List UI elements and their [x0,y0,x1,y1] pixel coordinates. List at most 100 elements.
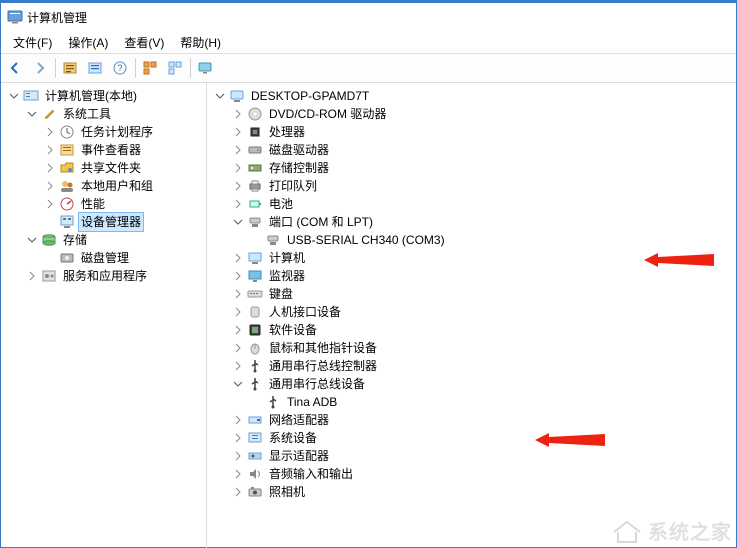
port-icon [265,232,281,248]
storage[interactable]: 存储 [1,231,206,249]
task-scheduler[interactable]: 任务计划程序 [1,123,206,141]
node-label: 网络适配器 [267,411,331,429]
expand-toggle[interactable] [231,107,245,121]
software-devices[interactable]: 软件设备 [207,321,736,339]
menu-help[interactable]: 帮助(H) [172,32,229,53]
menu-file[interactable]: 文件(F) [5,32,60,53]
ports[interactable]: 端口 (COM 和 LPT) [207,213,736,231]
gpu-icon [247,448,263,464]
print-queues[interactable]: 打印队列 [207,177,736,195]
disk-icon [59,250,75,266]
expand-toggle[interactable] [231,449,245,463]
system-tools[interactable]: 系统工具 [1,105,206,123]
hid[interactable]: 人机接口设备 [207,303,736,321]
device-tree[interactable]: DESKTOP-GPAMD7T DVD/CD-ROM 驱动器 处理器 磁盘驱动器… [207,83,736,548]
expand-toggle[interactable] [231,161,245,175]
expand-toggle[interactable] [7,89,21,103]
forward-button[interactable] [28,56,52,80]
node-label: 磁盘管理 [79,249,131,267]
processors[interactable]: 处理器 [207,123,736,141]
expand-toggle[interactable] [231,197,245,211]
back-button[interactable] [3,56,27,80]
computer-category[interactable]: 计算机 [207,249,736,267]
wrench-icon [41,106,57,122]
keyboards[interactable]: 键盘 [207,285,736,303]
expand-toggle[interactable] [231,359,245,373]
titlebar: 计算机管理 [1,1,736,31]
node-label: 监视器 [267,267,307,285]
expand-toggle[interactable] [25,107,39,121]
expand-toggle[interactable] [25,233,39,247]
usb-devices[interactable]: 通用串行总线设备 [207,375,736,393]
expand-toggle[interactable] [231,215,245,229]
perf-icon [59,196,75,212]
services-icon [41,268,57,284]
expand-toggle[interactable] [25,269,39,283]
event-viewer[interactable]: 事件查看器 [1,141,206,159]
display-adapters[interactable]: 显示适配器 [207,447,736,465]
node-label: 系统工具 [61,105,113,123]
expand-toggle[interactable] [43,125,57,139]
com-port-device[interactable]: USB-SERIAL CH340 (COM3) [207,231,736,249]
view-devices-button[interactable] [138,56,162,80]
expand-toggle[interactable] [231,323,245,337]
menu-view[interactable]: 查看(V) [116,32,172,53]
expand-toggle[interactable] [231,287,245,301]
services-apps[interactable]: 服务和应用程序 [1,267,206,285]
expand-toggle[interactable] [231,269,245,283]
expand-toggle[interactable] [43,197,57,211]
expand-toggle[interactable] [231,377,245,391]
usb-icon [265,394,281,410]
dvd-drives[interactable]: DVD/CD-ROM 驱动器 [207,105,736,123]
menubar: 文件(F) 操作(A) 查看(V) 帮助(H) [1,31,736,54]
local-users[interactable]: 本地用户和组 [1,177,206,195]
menu-action[interactable]: 操作(A) [60,32,116,53]
storage-controllers[interactable]: 存储控制器 [207,159,736,177]
expand-toggle[interactable] [43,161,57,175]
expand-toggle[interactable] [231,179,245,193]
expand-toggle[interactable] [231,485,245,499]
expand-toggle[interactable] [43,179,57,193]
help-button[interactable]: ? [108,56,132,80]
left-tree[interactable]: 计算机管理(本地) 系统工具 任务计划程序 [1,83,207,548]
system-devices[interactable]: 系统设备 [207,429,736,447]
usb-icon [247,358,263,374]
expand-toggle[interactable] [231,143,245,157]
usb-device-item[interactable]: Tina ADB [207,393,736,411]
expand-toggle[interactable] [231,341,245,355]
cameras[interactable]: 照相机 [207,483,736,501]
audio[interactable]: 音频输入和输出 [207,465,736,483]
expand-toggle[interactable] [231,305,245,319]
performance[interactable]: 性能 [1,195,206,213]
expand-toggle[interactable] [43,143,57,157]
network-adapters[interactable]: 网络适配器 [207,411,736,429]
monitors[interactable]: 监视器 [207,267,736,285]
device-root[interactable]: DESKTOP-GPAMD7T [207,87,736,105]
disk-drives[interactable]: 磁盘驱动器 [207,141,736,159]
expand-toggle[interactable] [231,251,245,265]
view-resources-button[interactable] [163,56,187,80]
mice[interactable]: 鼠标和其他指针设备 [207,339,736,357]
users-icon [59,178,75,194]
batteries[interactable]: 电池 [207,195,736,213]
expand-toggle[interactable] [231,467,245,481]
properties-button[interactable] [83,56,107,80]
expand-toggle[interactable] [213,89,227,103]
window: 计算机管理 文件(F) 操作(A) 查看(V) 帮助(H) ? [0,0,737,548]
usb-controllers[interactable]: 通用串行总线控制器 [207,357,736,375]
monitor-button[interactable] [193,56,217,80]
storage-ctrl-icon [247,160,263,176]
expand-toggle[interactable] [231,413,245,427]
device-manager[interactable]: 设备管理器 [1,213,206,231]
shared-folders[interactable]: 共享文件夹 [1,159,206,177]
clock-icon [59,124,75,140]
node-label: 音频输入和输出 [267,465,355,483]
left-root[interactable]: 计算机管理(本地) [1,87,206,105]
disk-mgmt[interactable]: 磁盘管理 [1,249,206,267]
expand-toggle[interactable] [231,431,245,445]
expand-toggle[interactable] [231,125,245,139]
net-icon [247,412,263,428]
mouse-icon [247,340,263,356]
node-label: 任务计划程序 [79,123,155,141]
details-button[interactable] [58,56,82,80]
